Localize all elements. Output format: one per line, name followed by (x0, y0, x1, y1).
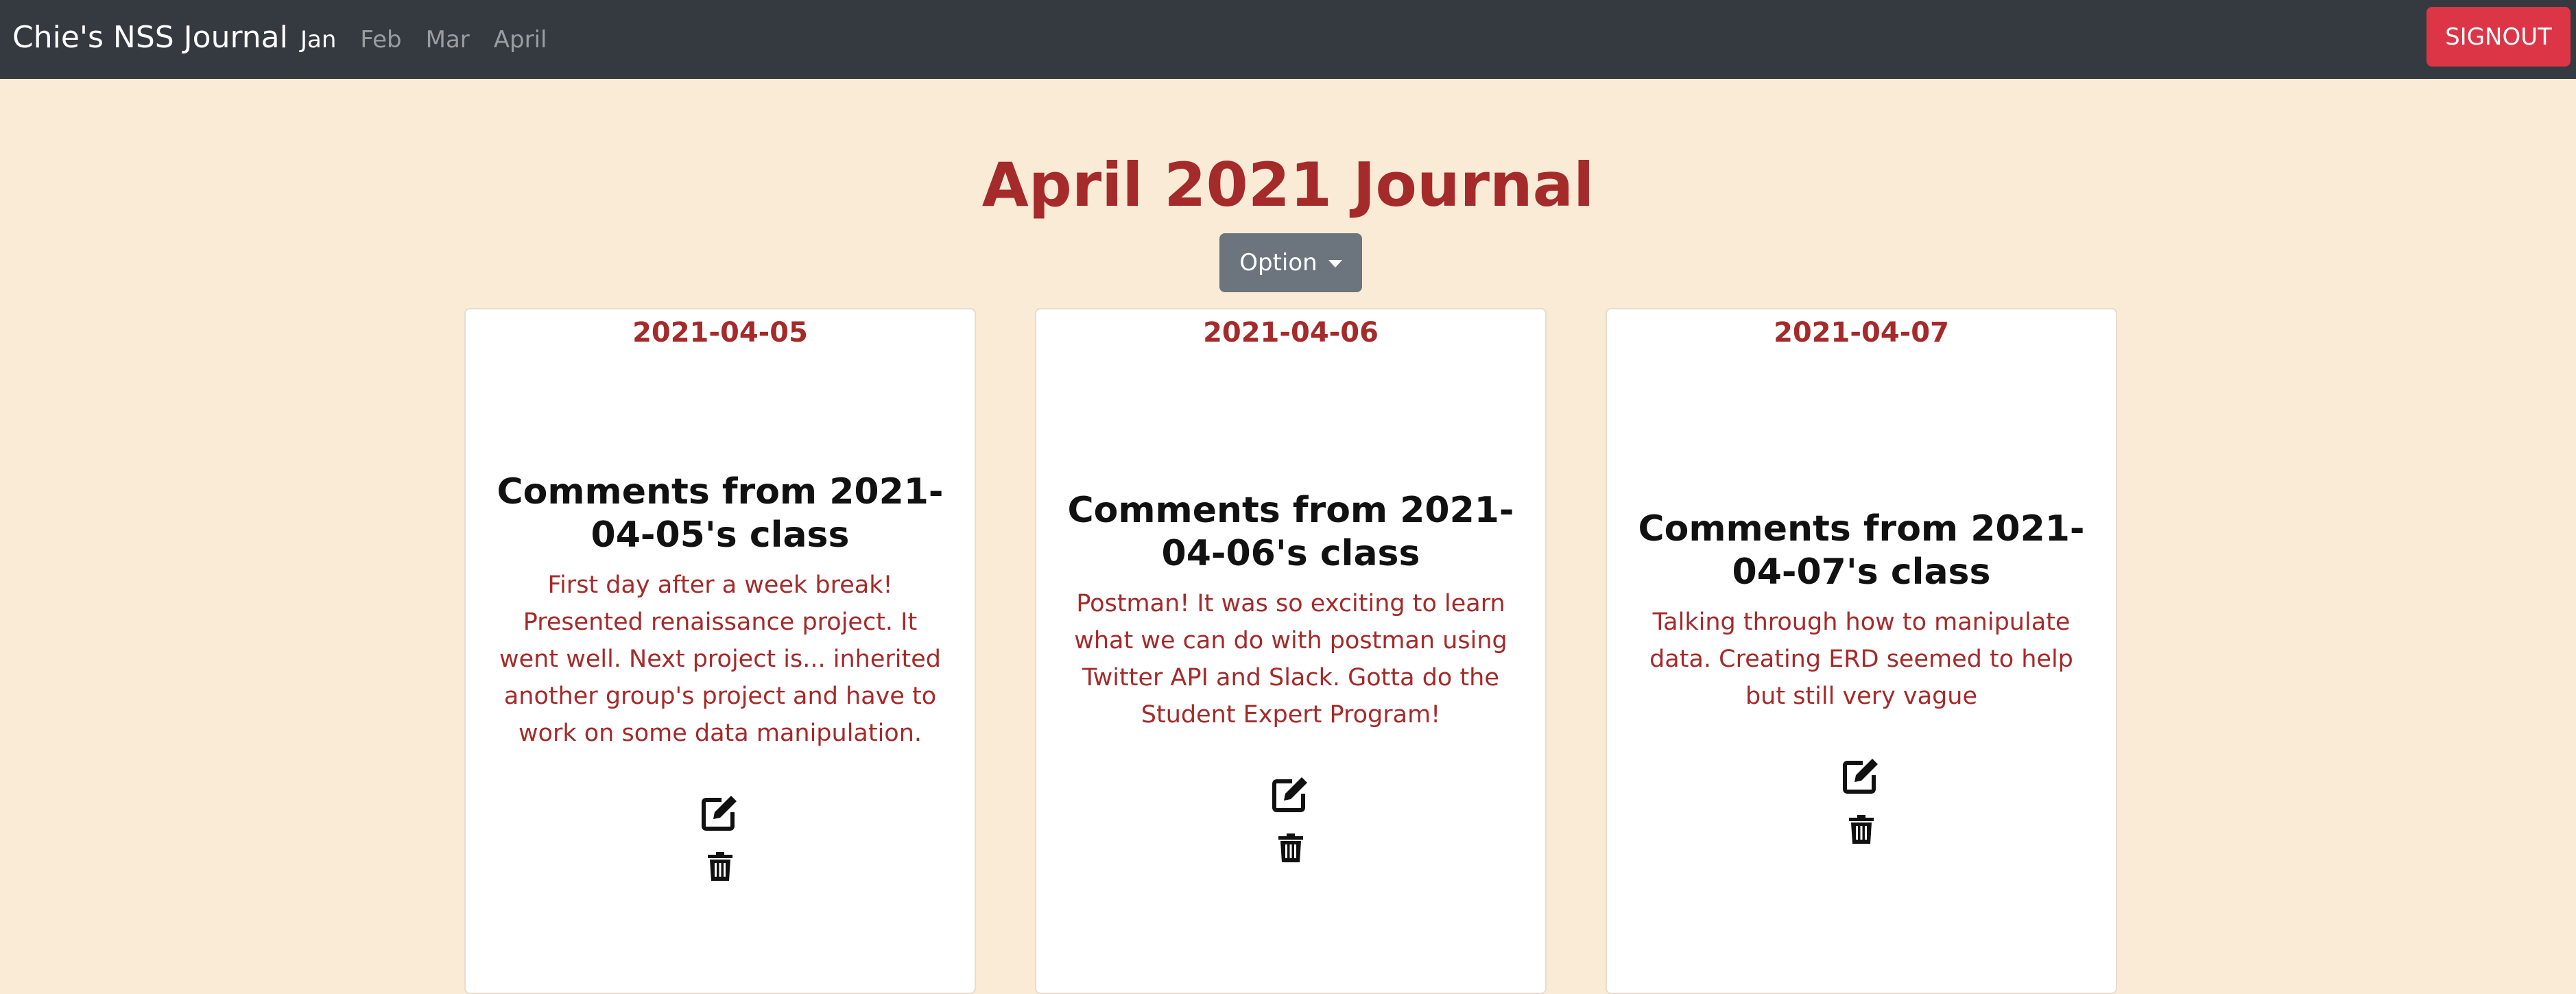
card-title: Comments from 2021-04-07's class (1638, 508, 2085, 593)
edit-icon[interactable] (701, 793, 739, 831)
signout-button[interactable]: SIGNOUT (2426, 7, 2571, 67)
nav-link-jan[interactable]: Jan (300, 26, 336, 54)
card-text: Talking through how to manipulate data. … (1649, 608, 2073, 710)
edit-icon[interactable] (1272, 774, 1310, 813)
nav-links: Jan Feb Mar April (300, 0, 571, 79)
nav-link-feb[interactable]: Feb (360, 26, 401, 54)
card-text: First day after a week break! Presented … (499, 571, 941, 747)
journal-card: 2021-04-06 Comments from 2021-04-06's cl… (1035, 308, 1547, 994)
card-date: 2021-04-06 (1203, 317, 1379, 348)
navbar: Chie's NSS Journal Jan Feb Mar April SIG… (0, 0, 2576, 79)
nav-link-april[interactable]: April (494, 26, 547, 54)
card-title: Comments from 2021-04-06's class (1067, 490, 1514, 574)
option-dropdown-button[interactable]: Option (1219, 233, 1362, 292)
card-body: Comments from 2021-04-07's class Talking… (1638, 508, 2085, 844)
edit-icon[interactable] (1842, 756, 1881, 794)
card-date: 2021-04-07 (1774, 317, 1949, 348)
page-title: April 2021 Journal (981, 150, 1595, 220)
journal-card: 2021-04-07 Comments from 2021-04-07's cl… (1606, 308, 2117, 994)
trash-icon[interactable] (1849, 815, 1874, 844)
trash-icon[interactable] (1278, 833, 1303, 862)
card-body: Comments from 2021-04-06's class Postman… (1067, 489, 1514, 862)
card-body: Comments from 2021-04-05's class First d… (497, 471, 944, 881)
card-text: Postman! It was so exciting to learn wha… (1074, 590, 1507, 729)
brand-title[interactable]: Chie's NSS Journal (12, 0, 288, 79)
caret-down-icon (1328, 259, 1342, 268)
card-title: Comments from 2021-04-05's class (497, 471, 944, 556)
card-date: 2021-04-05 (632, 317, 808, 348)
nav-link-mar[interactable]: Mar (426, 26, 470, 54)
trash-icon[interactable] (708, 852, 732, 881)
option-label: Option (1239, 249, 1317, 276)
journal-card: 2021-04-05 Comments from 2021-04-05's cl… (464, 308, 976, 994)
